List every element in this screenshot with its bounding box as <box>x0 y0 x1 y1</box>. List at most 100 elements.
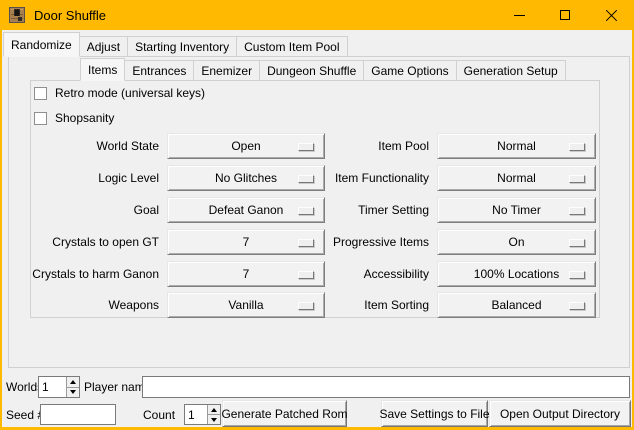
dropdown-indicator-icon <box>569 239 585 247</box>
item-pool-value: Normal <box>497 139 536 153</box>
player-names-input[interactable] <box>142 376 630 398</box>
settings-row: Crystals to harm Ganon 7 Accessibility 1… <box>31 261 601 287</box>
item-sorting-dropdown[interactable]: Balanced <box>437 292 596 318</box>
retro-mode-checkbox-row: Retro mode (universal keys) <box>34 86 205 100</box>
settings-row: World State Open Item Pool Normal <box>31 133 601 159</box>
crystals-gt-dropdown[interactable]: 7 <box>167 229 325 255</box>
shopsanity-label: Shopsanity <box>55 111 114 125</box>
items-panel: Retro mode (universal keys) Shopsanity W… <box>30 80 600 318</box>
goal-label: Goal <box>134 203 159 217</box>
accessibility-dropdown[interactable]: 100% Locations <box>437 261 596 287</box>
crystals-ganon-value: 7 <box>243 267 250 281</box>
world-state-dropdown[interactable]: Open <box>167 133 325 159</box>
item-sorting-value: Balanced <box>491 298 541 312</box>
close-button[interactable] <box>588 0 634 30</box>
dropdown-indicator-icon <box>298 302 314 310</box>
window-title: Door Shuffle <box>34 8 106 23</box>
dropdown-indicator-icon <box>569 175 585 183</box>
item-sorting-label: Item Sorting <box>364 298 429 312</box>
arrow-up-icon <box>70 380 76 384</box>
tab-custom-item-pool[interactable]: Custom Item Pool <box>236 36 347 57</box>
settings-row: Logic Level No Glitches Item Functionali… <box>31 165 601 191</box>
spin-up-button[interactable] <box>208 405 220 415</box>
maximize-button[interactable] <box>542 0 588 30</box>
arrow-down-icon <box>70 390 76 394</box>
count-label: Count <box>143 408 175 422</box>
tab-adjust[interactable]: Adjust <box>79 36 128 57</box>
generate-patched-rom-button[interactable]: Generate Patched Rom <box>222 400 347 427</box>
spin-down-button[interactable] <box>208 415 220 424</box>
settings-row: Goal Defeat Ganon Timer Setting No Timer <box>31 197 601 223</box>
open-output-directory-button[interactable]: Open Output Directory <box>489 400 631 427</box>
progressive-items-value: On <box>508 235 524 249</box>
crystals-gt-value: 7 <box>243 235 250 249</box>
tab-enemizer[interactable]: Enemizer <box>193 60 260 81</box>
dropdown-indicator-icon <box>298 175 314 183</box>
weapons-label: Weapons <box>109 298 159 312</box>
retro-mode-checkbox[interactable] <box>34 87 47 100</box>
arrow-up-icon <box>211 408 217 412</box>
timer-setting-value: No Timer <box>492 203 541 217</box>
count-input[interactable] <box>185 405 207 424</box>
goal-value: Defeat Ganon <box>209 203 284 217</box>
dropdown-indicator-icon <box>298 271 314 279</box>
worlds-spin-arrows <box>66 377 79 397</box>
crystals-gt-label: Crystals to open GT <box>52 235 159 249</box>
crystals-ganon-label: Crystals to harm Ganon <box>32 267 159 281</box>
item-functionality-value: Normal <box>497 171 536 185</box>
seed-input[interactable] <box>40 404 116 425</box>
item-pool-dropdown[interactable]: Normal <box>437 133 596 159</box>
save-settings-button[interactable]: Save Settings to File <box>381 400 488 427</box>
maximize-icon <box>560 10 570 20</box>
timer-setting-dropdown[interactable]: No Timer <box>437 197 596 223</box>
worlds-input[interactable] <box>39 377 66 397</box>
world-state-value: Open <box>231 139 260 153</box>
settings-row: Crystals to open GT 7 Progressive Items … <box>31 229 601 255</box>
spin-down-button[interactable] <box>67 388 79 398</box>
dropdown-indicator-icon <box>569 271 585 279</box>
tab-randomize[interactable]: Randomize <box>3 32 80 57</box>
tab-game-options[interactable]: Game Options <box>363 60 456 81</box>
logic-level-dropdown[interactable]: No Glitches <box>167 165 325 191</box>
item-functionality-dropdown[interactable]: Normal <box>437 165 596 191</box>
tab-dungeon-shuffle[interactable]: Dungeon Shuffle <box>259 60 364 81</box>
seed-label: Seed # <box>6 408 44 422</box>
item-pool-label: Item Pool <box>378 139 429 153</box>
accessibility-label: Accessibility <box>364 267 429 281</box>
minimize-icon <box>514 15 525 16</box>
world-state-label: World State <box>97 139 159 153</box>
weapons-dropdown[interactable]: Vanilla <box>167 292 325 318</box>
logic-level-value: No Glitches <box>215 171 277 185</box>
spin-up-button[interactable] <box>67 377 79 388</box>
progressive-items-dropdown[interactable]: On <box>437 229 596 255</box>
weapons-value: Vanilla <box>228 298 263 312</box>
accessibility-value: 100% Locations <box>474 267 559 281</box>
tab-generation-setup[interactable]: Generation Setup <box>456 60 566 81</box>
main-tab-bar: Randomize Adjust Starting Inventory Cust… <box>3 32 347 57</box>
timer-setting-label: Timer Setting <box>358 203 429 217</box>
goal-dropdown[interactable]: Defeat Ganon <box>167 197 325 223</box>
crystals-ganon-dropdown[interactable]: 7 <box>167 261 325 287</box>
dropdown-indicator-icon <box>298 239 314 247</box>
dropdown-indicator-icon <box>569 207 585 215</box>
tab-starting-inventory[interactable]: Starting Inventory <box>127 36 237 57</box>
dropdown-indicator-icon <box>569 143 585 151</box>
arrow-down-icon <box>211 418 217 422</box>
window-controls <box>496 0 634 30</box>
count-spin-arrows <box>207 405 220 424</box>
tab-entrances[interactable]: Entrances <box>124 60 194 81</box>
close-icon <box>605 9 618 22</box>
minimize-button[interactable] <box>496 0 542 30</box>
item-functionality-label: Item Functionality <box>335 171 429 185</box>
progressive-items-label: Progressive Items <box>333 235 429 249</box>
shopsanity-checkbox[interactable] <box>34 112 47 125</box>
settings-row: Weapons Vanilla Item Sorting Balanced <box>31 292 601 318</box>
dropdown-indicator-icon <box>298 207 314 215</box>
dropdown-indicator-icon <box>569 302 585 310</box>
worlds-spinbox <box>38 376 80 398</box>
window-border-left <box>0 30 2 430</box>
tab-items[interactable]: Items <box>80 58 125 81</box>
title-bar: Door Shuffle <box>0 0 634 30</box>
door-icon <box>9 7 25 23</box>
logic-level-label: Logic Level <box>98 171 159 185</box>
